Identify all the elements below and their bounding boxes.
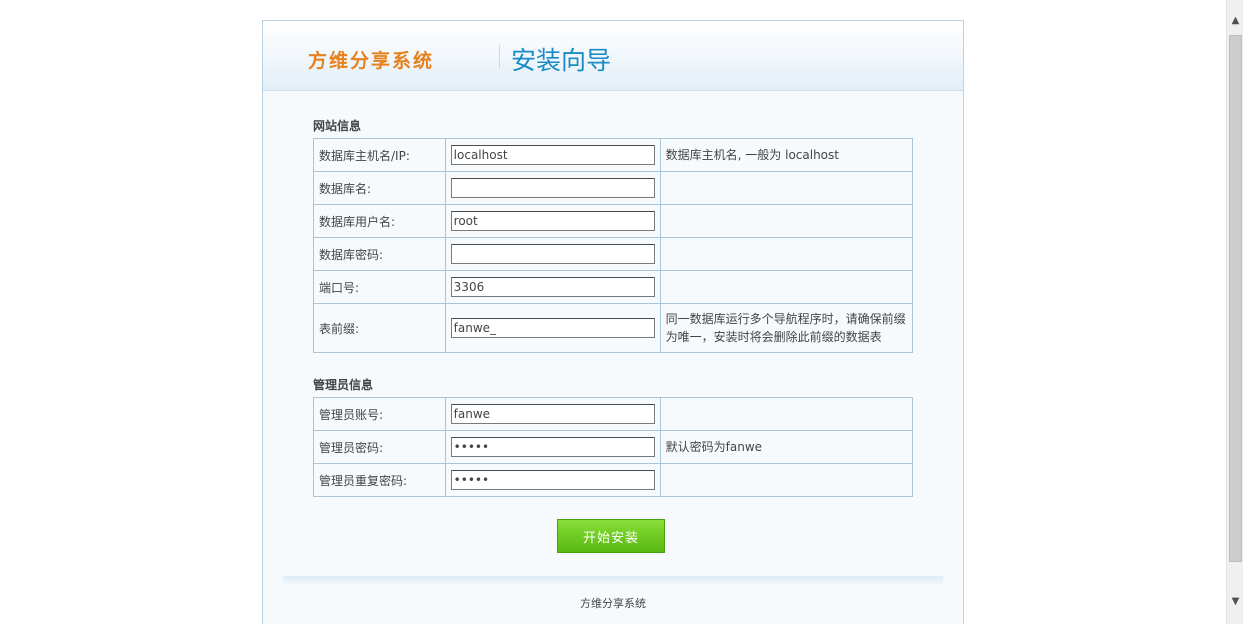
footer-text: 方维分享系统 <box>580 597 646 610</box>
vertical-scrollbar[interactable]: ▲ ▼ <box>1226 0 1243 624</box>
table-prefix-input[interactable] <box>450 318 655 338</box>
admin-password-cell <box>444 430 661 464</box>
db-host-input[interactable] <box>450 145 655 165</box>
table-row: 管理员重复密码: <box>313 463 914 497</box>
admin-password-confirm-cell <box>444 463 661 497</box>
db-name-hint <box>659 171 914 205</box>
installer-header: 方维分享系统 安装向导 <box>263 21 963 91</box>
header-divider <box>499 45 500 69</box>
db-user-cell <box>444 204 661 238</box>
scroll-down-icon[interactable]: ▼ <box>1227 593 1243 610</box>
admin-password-confirm-hint <box>659 463 914 497</box>
db-password-input[interactable] <box>450 244 655 264</box>
db-port-cell <box>444 270 661 304</box>
db-user-label: 数据库用户名: <box>313 204 446 238</box>
installer-panel: 方维分享系统 安装向导 网站信息 数据库主机名/IP: 数据库主机名, 一般为 … <box>262 20 964 624</box>
admin-info-table: 管理员账号: 管理员密码: 默认密码为fanwe 管理员重复密码: <box>313 397 914 497</box>
db-user-hint <box>659 204 914 238</box>
table-row: 数据库用户名: <box>313 204 914 238</box>
footer-divider <box>283 576 943 586</box>
admin-password-confirm-label: 管理员重复密码: <box>313 463 446 497</box>
admin-info-section: 管理员信息 管理员账号: 管理员密码: 默认密码为fanwe <box>313 376 914 497</box>
table-row: 管理员账号: <box>313 397 914 431</box>
table-row: 端口号: <box>313 270 914 304</box>
admin-info-title: 管理员信息 <box>313 378 374 392</box>
db-host-label: 数据库主机名/IP: <box>313 138 446 172</box>
admin-password-confirm-input[interactable] <box>450 470 655 490</box>
scroll-thumb[interactable] <box>1229 35 1242 562</box>
site-info-table: 数据库主机名/IP: 数据库主机名, 一般为 localhost 数据库名: 数… <box>313 138 914 353</box>
db-host-cell <box>444 138 661 172</box>
admin-account-cell <box>444 397 661 431</box>
brand-logo: 方维分享系统 <box>308 50 435 72</box>
install-button-wrap: 开始安装 <box>557 519 665 553</box>
db-password-label: 数据库密码: <box>313 237 446 271</box>
table-row: 管理员密码: 默认密码为fanwe <box>313 430 914 464</box>
db-name-input[interactable] <box>450 178 655 198</box>
page-title: 安装向导 <box>511 46 612 75</box>
table-prefix-label: 表前缀: <box>313 303 446 353</box>
db-host-hint: 数据库主机名, 一般为 localhost <box>659 138 914 172</box>
site-info-section: 网站信息 数据库主机名/IP: 数据库主机名, 一般为 localhost 数据… <box>313 117 914 353</box>
db-name-label: 数据库名: <box>313 171 446 205</box>
admin-password-input[interactable] <box>450 437 655 457</box>
start-install-button[interactable]: 开始安装 <box>557 519 665 553</box>
scroll-up-icon[interactable]: ▲ <box>1227 12 1243 29</box>
table-row: 表前缀: 同一数据库运行多个导航程序时，请确保前缀为唯一，安装时将会删除此前缀的… <box>313 303 914 353</box>
table-prefix-cell <box>444 303 661 353</box>
db-user-input[interactable] <box>450 211 655 231</box>
table-row: 数据库主机名/IP: 数据库主机名, 一般为 localhost <box>313 138 914 172</box>
page: 方维分享系统 安装向导 网站信息 数据库主机名/IP: 数据库主机名, 一般为 … <box>0 0 1243 624</box>
db-port-hint <box>659 270 914 304</box>
db-name-cell <box>444 171 661 205</box>
db-password-cell <box>444 237 661 271</box>
admin-account-hint <box>659 397 914 431</box>
admin-account-label: 管理员账号: <box>313 397 446 431</box>
admin-password-label: 管理员密码: <box>313 430 446 464</box>
admin-password-hint: 默认密码为fanwe <box>659 430 914 464</box>
table-prefix-hint: 同一数据库运行多个导航程序时，请确保前缀为唯一，安装时将会删除此前缀的数据表 <box>659 303 914 353</box>
db-port-input[interactable] <box>450 277 655 297</box>
db-port-label: 端口号: <box>313 270 446 304</box>
site-info-title: 网站信息 <box>313 119 362 133</box>
db-password-hint <box>659 237 914 271</box>
admin-account-input[interactable] <box>450 404 655 424</box>
table-row: 数据库密码: <box>313 237 914 271</box>
table-row: 数据库名: <box>313 171 914 205</box>
